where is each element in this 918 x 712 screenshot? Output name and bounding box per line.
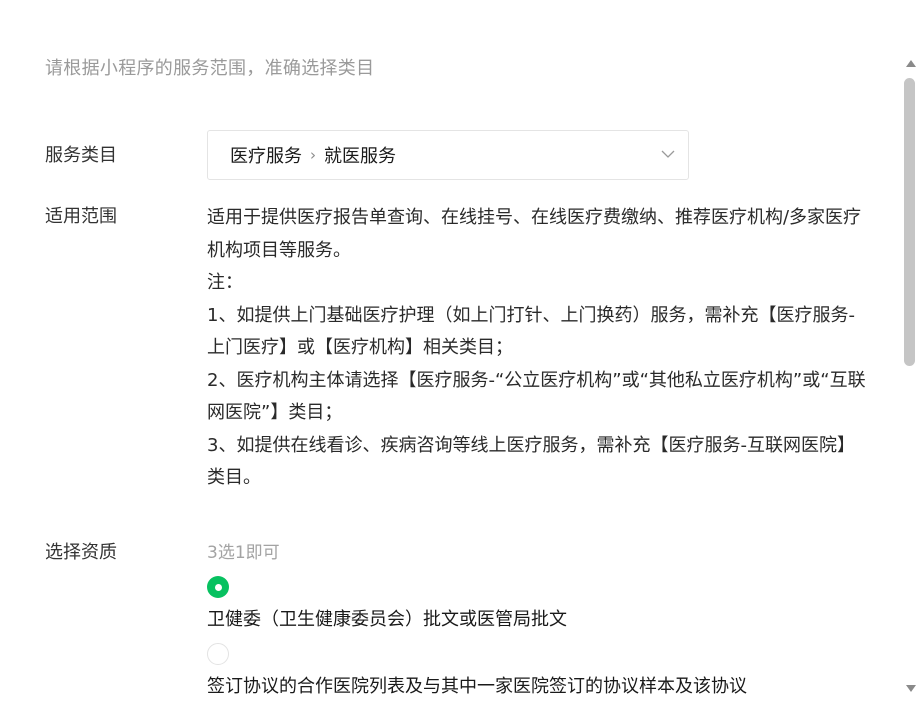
qualification-option-1-label[interactable]: 卫健委（卫生健康委员会）批文或医管局批文 [207,608,567,632]
category-level-1: 医疗服务 [230,146,302,167]
category-selection-form: 请根据小程序的服务范围，准确选择类目 服务类目 医疗服务 › 就医服务 适用范围… [0,0,918,712]
vertical-scrollbar[interactable] [902,56,918,696]
scope-line: 1、如提供上门基础医疗护理（如上门打针、上门换药）服务，需补充【医疗服务-上门医… [207,304,855,359]
qualification-radio-1[interactable] [207,576,229,598]
scope-line: 2、医疗机构主体请选择【医疗服务-“公立医疗机构”或“其他私立医疗机构”或“互联… [207,369,866,424]
chevron-down-icon[interactable] [660,146,676,162]
scope-label: 适用范围 [45,206,117,227]
radio-checked-dot [214,583,222,591]
scope-line: 3、如提供在线看诊、疾病咨询等线上医疗服务，需补充【医疗服务-互联网医院】类目。 [207,434,855,489]
form-hint-text: 请根据小程序的服务范围，准确选择类目 [45,58,375,79]
category-label: 服务类目 [45,145,117,166]
qualification-label: 选择资质 [45,542,117,563]
qualification-hint: 3选1即可 [207,543,280,563]
scrollbar-thumb[interactable] [904,78,915,366]
scope-description: 适用于提供医疗报告单查询、在线挂号、在线医疗费缴纳、推荐医疗机构/多家医疗机构项… [207,202,867,495]
breadcrumb-separator-icon: › [310,146,316,164]
scope-line: 适用于提供医疗报告单查询、在线挂号、在线医疗费缴纳、推荐医疗机构/多家医疗机构项… [207,207,862,261]
scroll-down-arrow-icon[interactable] [906,685,916,692]
qualification-radio-2[interactable] [207,643,229,665]
qualification-option-2-label[interactable]: 签订协议的合作医院列表及与其中一家医院签订的协议样本及该协议 [207,675,747,699]
scroll-up-arrow-icon[interactable] [906,60,916,67]
scope-note-heading: 注： [207,272,243,293]
category-select[interactable]: 医疗服务 › 就医服务 [207,130,689,180]
category-level-2: 就医服务 [324,146,396,167]
